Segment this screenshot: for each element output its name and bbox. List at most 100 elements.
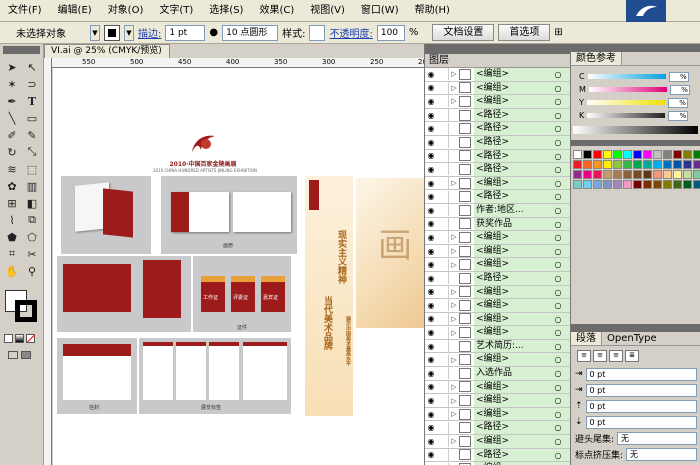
column-graph-tool-icon[interactable]: ▥ (23, 178, 41, 194)
layer-row[interactable]: ◉ ▷ <编组>○ (425, 299, 570, 313)
color-swatch[interactable] (693, 180, 700, 189)
menu-item-0[interactable]: 文件(F) (0, 0, 50, 22)
color-swatch[interactable] (623, 160, 632, 169)
lock-toggle[interactable] (437, 353, 449, 366)
expand-triangle-icon[interactable]: ▷ (449, 410, 459, 418)
target-circle-icon[interactable]: ○ (552, 339, 564, 353)
target-circle-icon[interactable]: ○ (552, 394, 564, 407)
blend-tool-icon[interactable]: ⧉ (23, 212, 41, 228)
mojikumi-select[interactable]: 无 (626, 447, 697, 461)
expand-triangle-icon[interactable]: ▷ (449, 315, 459, 323)
lock-toggle[interactable] (437, 190, 449, 203)
lock-toggle[interactable] (437, 367, 449, 380)
target-circle-icon[interactable]: ○ (552, 190, 564, 203)
layer-row[interactable]: ◉ <路径> ○ (425, 448, 570, 463)
layer-row[interactable]: ◉ 入选作品 ○ (425, 367, 570, 381)
color-swatch[interactable] (593, 150, 602, 159)
stroke-swatch[interactable] (104, 24, 120, 41)
paintbrush-tool-icon[interactable]: ✐ (3, 127, 21, 143)
visibility-eye-icon[interactable]: ◉ (425, 206, 437, 215)
visibility-eye-icon[interactable]: ◉ (425, 111, 437, 120)
color-swatch[interactable] (583, 180, 592, 189)
expand-triangle-icon[interactable]: ▷ (449, 383, 459, 391)
color-swatch[interactable] (633, 180, 642, 189)
layer-row[interactable]: ◉ <路径> ○ (425, 163, 570, 177)
document-tab[interactable]: VI.ai @ 25% (CMYK/预览) (44, 44, 170, 58)
lock-toggle[interactable] (437, 109, 449, 122)
menu-item-2[interactable]: 对象(O) (100, 0, 152, 22)
visibility-eye-icon[interactable]: ◉ (425, 83, 437, 92)
channel-value-input[interactable]: % (667, 97, 688, 108)
color-swatch[interactable] (683, 170, 692, 179)
visibility-eye-icon[interactable]: ◉ (425, 410, 437, 419)
scissors-tool-icon[interactable]: ✂ (23, 246, 41, 262)
gradient-tool-icon[interactable]: ◧ (23, 195, 41, 211)
magic-wand-tool-icon[interactable]: ✶ (3, 76, 21, 92)
color-swatch[interactable] (583, 170, 592, 179)
color-swatch[interactable] (643, 150, 652, 159)
visibility-eye-icon[interactable]: ◉ (425, 369, 437, 378)
lock-toggle[interactable] (437, 122, 449, 135)
target-circle-icon[interactable]: ○ (552, 203, 564, 217)
crop-tool-icon[interactable]: ⌗ (3, 246, 21, 262)
tab-color[interactable]: 颜色参考 (571, 52, 622, 65)
color-swatch[interactable] (673, 150, 682, 159)
color-swatch[interactable] (573, 150, 582, 159)
color-swatch[interactable] (633, 150, 642, 159)
menu-item-6[interactable]: 视图(V) (302, 0, 353, 22)
visibility-eye-icon[interactable]: ◉ (425, 314, 437, 323)
color-swatch[interactable] (603, 160, 612, 169)
left-indent-input[interactable]: 0 pt (585, 367, 697, 381)
layer-row[interactable]: ◉ <路径> ○ (425, 108, 570, 123)
space-after-input[interactable]: 0 pt (585, 415, 697, 429)
color-swatch[interactable] (663, 170, 672, 179)
channel-slider[interactable] (588, 87, 667, 92)
menu-item-1[interactable]: 编辑(E) (50, 0, 100, 22)
color-swatch[interactable] (683, 180, 692, 189)
lock-toggle[interactable] (437, 272, 449, 285)
layer-row[interactable]: ◉ <路径> ○ (425, 149, 570, 164)
lock-toggle[interactable] (437, 326, 449, 339)
layer-row[interactable]: ◉ ▷ <编组>○ (425, 394, 570, 408)
tab-layers[interactable]: 图层 (425, 54, 570, 68)
lock-toggle[interactable] (437, 435, 449, 448)
visibility-eye-icon[interactable]: ◉ (425, 165, 437, 174)
color-swatch[interactable] (623, 170, 632, 179)
align-right-icon[interactable]: ≡ (609, 350, 623, 362)
layer-row[interactable]: ◉ 获奖作品 ○ (425, 217, 570, 232)
color-swatch[interactable] (663, 150, 672, 159)
zoom-tool-icon[interactable]: ⚲ (23, 263, 41, 279)
full-screen-mode-icon[interactable] (21, 351, 31, 359)
expand-triangle-icon[interactable]: ▷ (449, 179, 459, 187)
expand-triangle-icon[interactable]: ▷ (449, 233, 459, 241)
pencil-tool-icon[interactable]: ✎ (23, 127, 41, 143)
target-circle-icon[interactable]: ○ (552, 285, 564, 299)
layer-row[interactable]: ◉ ▷ <编组>○ (425, 435, 570, 449)
artboard-canvas[interactable]: 2010·中国百家金陵画展 2010 CHINA HUNDRED ARTISTS… (53, 68, 430, 465)
menu-item-3[interactable]: 文字(T) (151, 0, 201, 22)
type-tool-icon[interactable]: T (23, 93, 41, 109)
expand-triangle-icon[interactable]: ▷ (449, 437, 459, 445)
mesh-tool-icon[interactable]: ⊞ (3, 195, 21, 211)
target-circle-icon[interactable]: ○ (552, 271, 564, 285)
visibility-eye-icon[interactable]: ◉ (425, 260, 437, 269)
color-swatch[interactable] (643, 170, 652, 179)
tab-paragraph[interactable]: 段落 (571, 332, 602, 345)
visibility-eye-icon[interactable]: ◉ (425, 355, 437, 364)
visibility-eye-icon[interactable]: ◉ (425, 274, 437, 283)
color-swatch[interactable] (593, 180, 602, 189)
lock-toggle[interactable] (437, 231, 449, 244)
layer-row[interactable]: ◉ ▷ <编组>○ (425, 407, 570, 422)
none-mode-icon[interactable] (26, 334, 35, 343)
pen-tool-icon[interactable]: ✒ (3, 93, 21, 109)
color-swatch[interactable] (583, 150, 592, 159)
target-circle-icon[interactable]: ○ (552, 217, 564, 231)
color-swatch[interactable] (663, 180, 672, 189)
style-select[interactable] (309, 24, 326, 41)
layer-row[interactable]: ◉ <路径> ○ (425, 122, 570, 136)
stroke-swatch-box[interactable] (15, 300, 37, 322)
target-circle-icon[interactable]: ○ (552, 244, 564, 258)
opacity-link[interactable]: 不透明度: (329, 25, 372, 40)
line-tool-icon[interactable]: ╲ (3, 110, 21, 126)
target-circle-icon[interactable]: ○ (552, 258, 564, 271)
